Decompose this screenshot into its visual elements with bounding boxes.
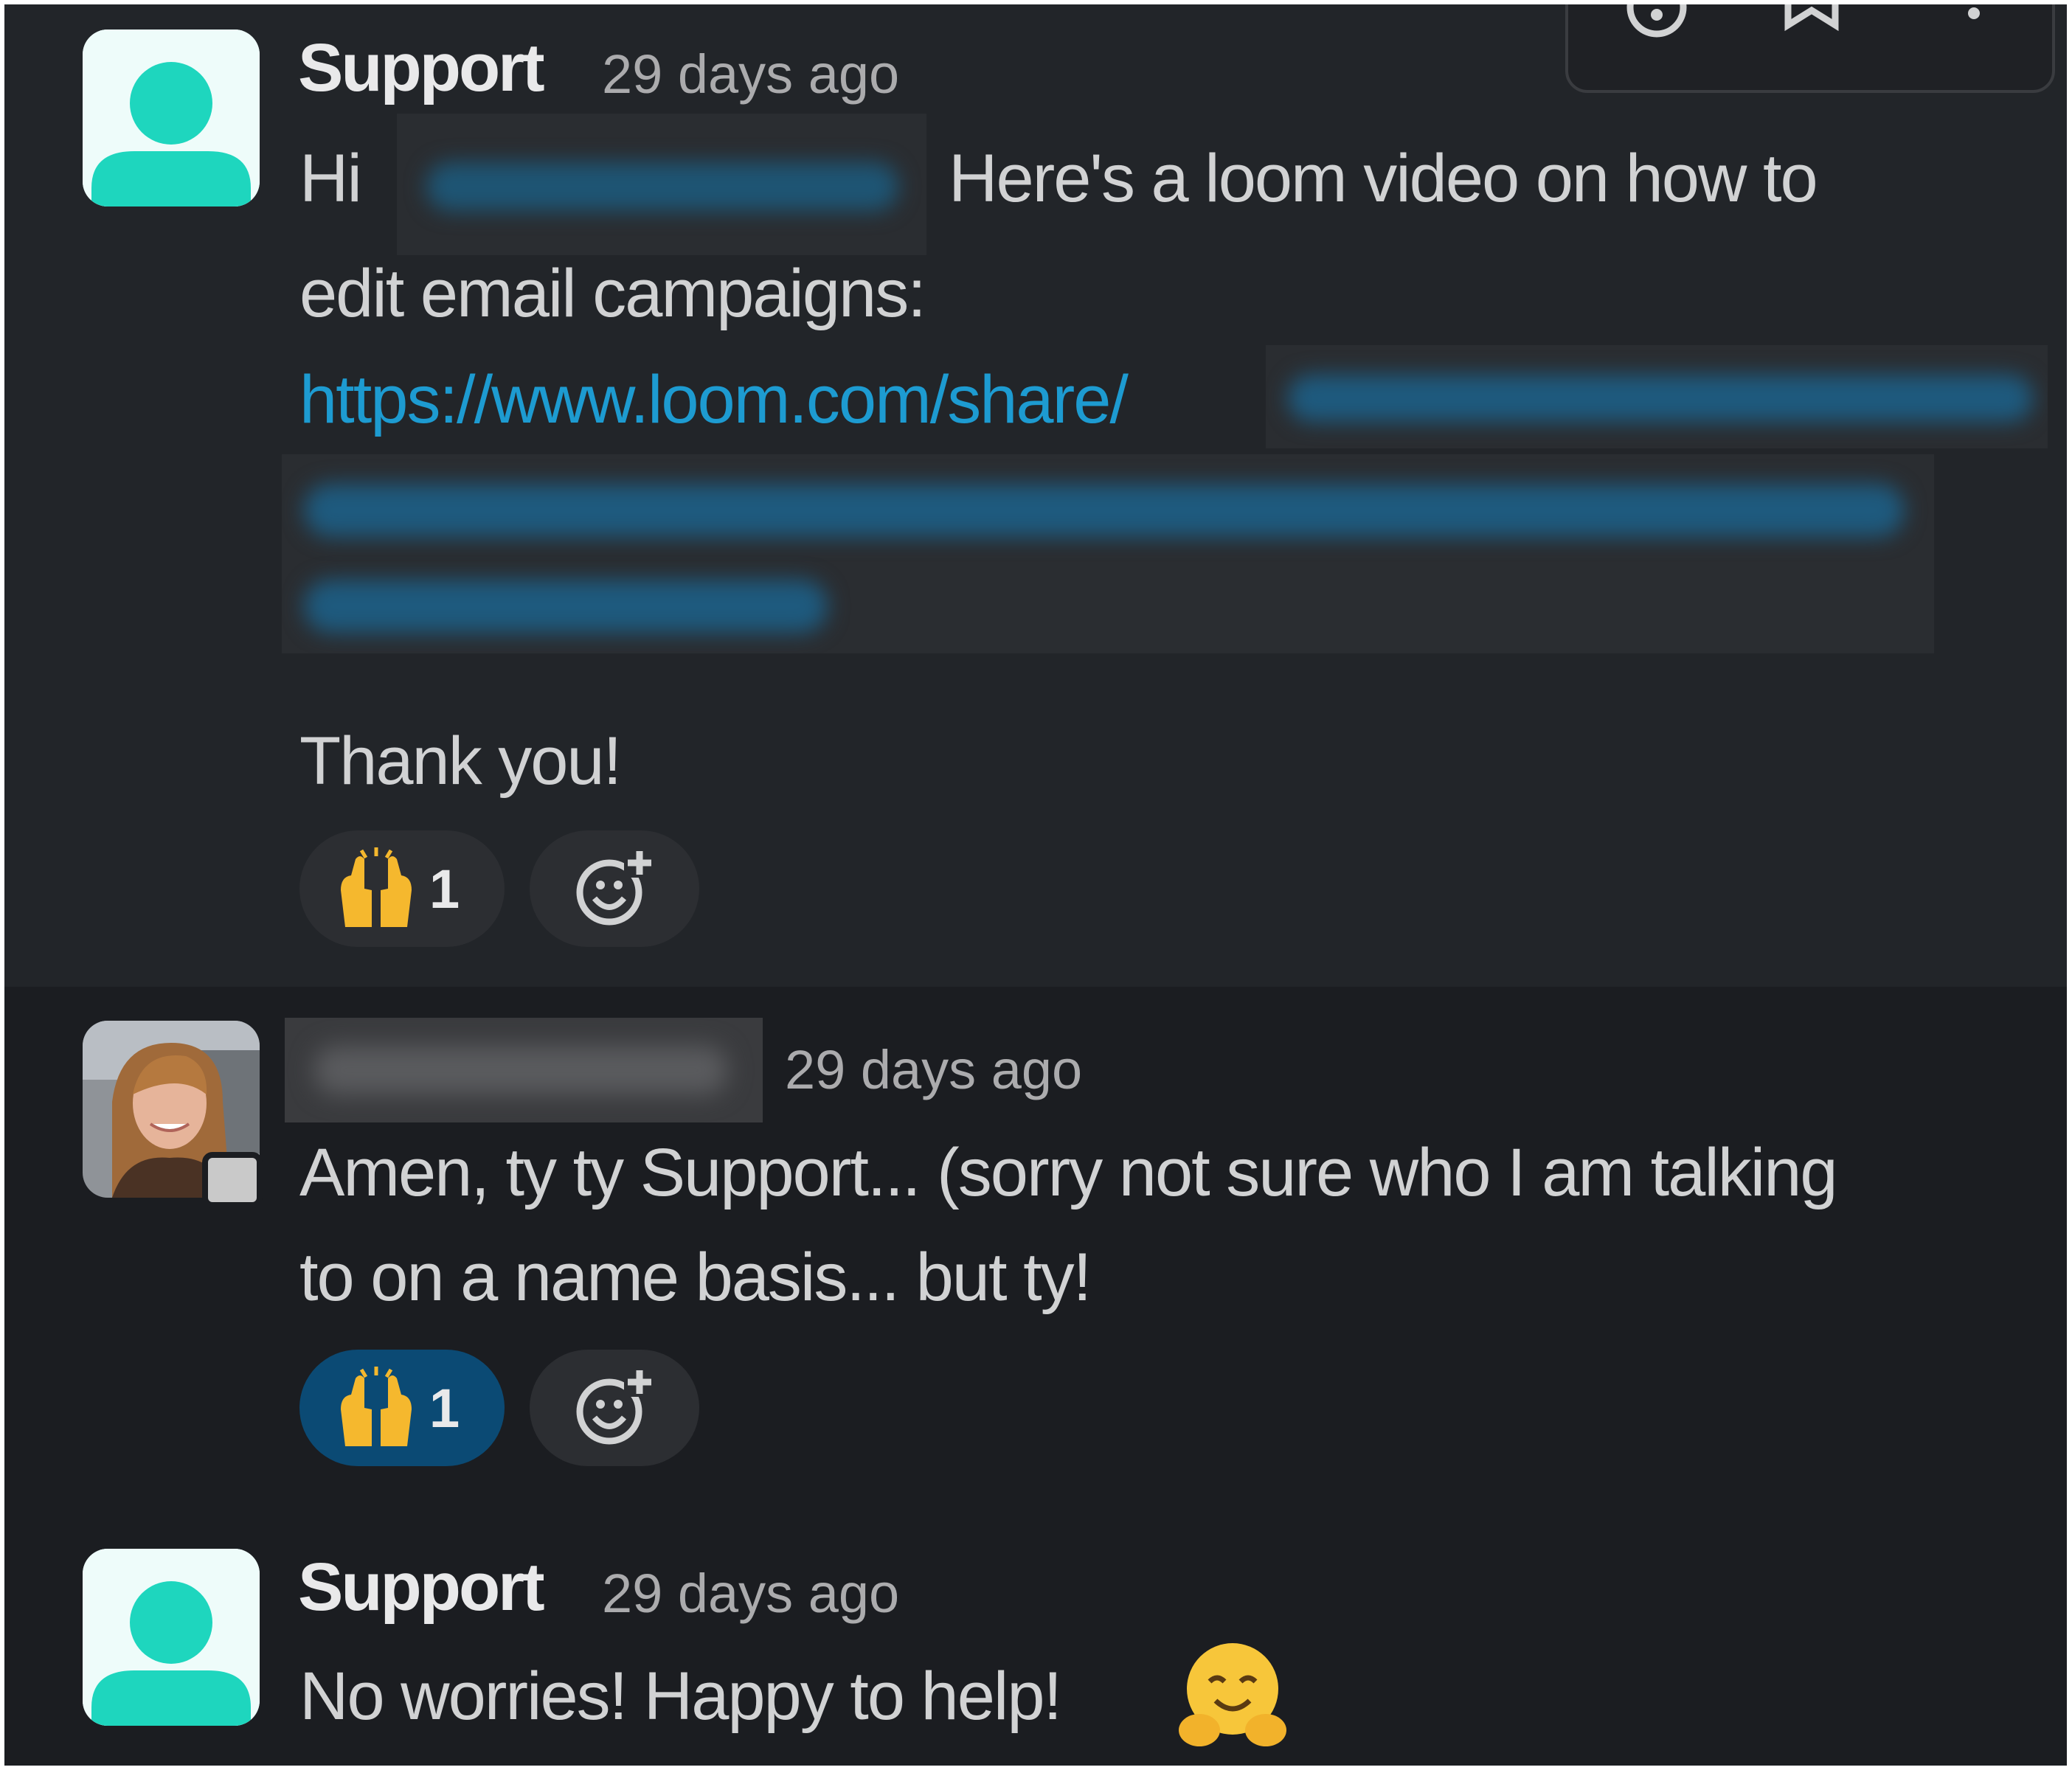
timestamp[interactable]: 29 days ago [785, 1043, 1082, 1097]
add-emoji-icon [576, 1367, 655, 1445]
redacted-link [1266, 345, 2048, 448]
message-pane: Support 29 days ago Hi Here's a loom vid… [4, 4, 2067, 1766]
presence-status-icon [202, 1152, 263, 1208]
reaction-count: 1 [429, 858, 460, 920]
avatar[interactable] [83, 1549, 260, 1726]
more-actions-icon[interactable] [1930, 4, 2018, 52]
raised-hands-icon [341, 1367, 412, 1446]
message-text-line2: edit email campaigns: [299, 256, 926, 331]
message-text-greeting: Hi [299, 141, 362, 216]
reaction-raised-hands[interactable]: 1 [299, 1350, 505, 1466]
add-reaction-button[interactable] [530, 830, 699, 947]
raised-hands-icon [341, 847, 412, 927]
message-support-2[interactable]: Support 29 days ago No worries! Happy to… [4, 1518, 2067, 1766]
message-support-1[interactable]: Support 29 days ago Hi Here's a loom vid… [4, 4, 2067, 987]
timestamp[interactable]: 29 days ago [602, 47, 899, 102]
timestamp[interactable]: 29 days ago [602, 1566, 899, 1621]
message-text-line1: Here's a loom video on how to [949, 141, 1818, 216]
redacted-link [282, 454, 1934, 653]
reaction-raised-hands[interactable]: 1 [299, 830, 505, 947]
add-emoji-icon [576, 848, 655, 926]
avatar[interactable] [83, 30, 260, 206]
message-actions-toolbar [1565, 4, 2055, 93]
message-text-closing: Thank you! [299, 723, 622, 799]
author-name[interactable]: Support [298, 1553, 545, 1621]
emoji-reaction-icon[interactable] [1612, 4, 1701, 52]
loom-link[interactable]: https://www.loom.com/share/ [299, 366, 1129, 434]
bookmark-icon[interactable] [1767, 4, 1856, 52]
message-text: No worries! Happy to help! [299, 1659, 1062, 1734]
reaction-count: 1 [429, 1377, 460, 1439]
hugging-face-icon [1179, 1643, 1286, 1746]
redacted-author-name [285, 1018, 763, 1122]
message-text-line1: Amen, ty ty Support... (sorry not sure w… [299, 1135, 1838, 1210]
message-user-reply[interactable]: 29 days ago Amen, ty ty Support... (sorr… [4, 987, 2067, 1518]
redacted-name [397, 114, 926, 255]
add-reaction-button[interactable] [530, 1350, 699, 1466]
message-text-line2: to on a name basis... but ty! [299, 1240, 1092, 1315]
author-name[interactable]: Support [298, 34, 545, 102]
